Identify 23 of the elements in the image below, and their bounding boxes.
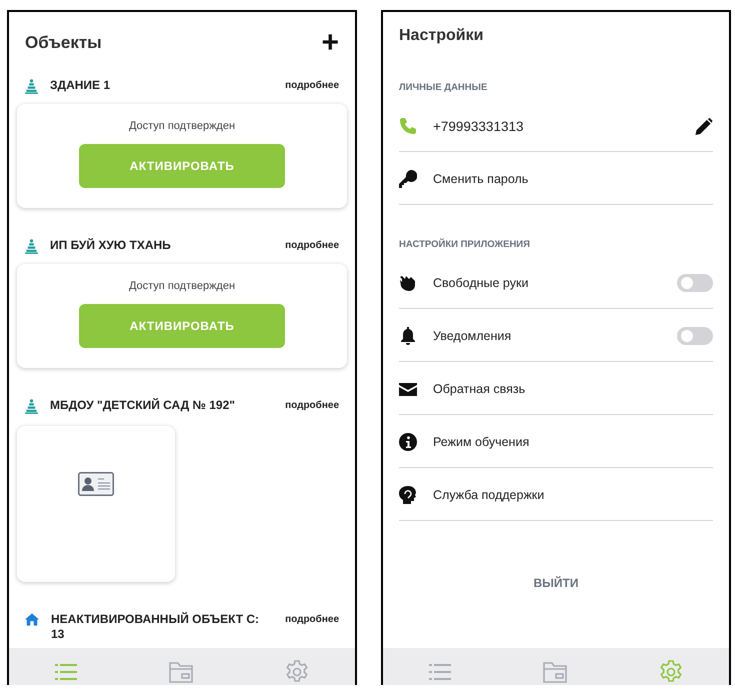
object-name: ИП БУЙ ХУЮ ТХАНЬ	[50, 238, 172, 253]
logout-button[interactable]: ВЫЙТИ	[528, 575, 584, 591]
details-link[interactable]: подробнее	[285, 400, 339, 411]
setting-label: Уведомления	[433, 329, 512, 343]
details-link[interactable]: подробнее	[285, 80, 339, 91]
object-name: НЕАКТИВИРОВАННЫЙ ОБЪЕКТ С: 13	[51, 612, 260, 642]
screen-title: Настройки	[399, 27, 484, 45]
section-heading: ЛИЧНЫЕ ДАННЫЕ	[399, 82, 488, 93]
setting-label[interactable]: Обратная связь	[433, 382, 713, 396]
setting-label[interactable]: +79993331313	[433, 118, 679, 134]
access-status: Доступ подтвержден	[128, 280, 236, 292]
details-link[interactable]: подробнее	[285, 614, 339, 625]
setting-label[interactable]: Служба поддержки	[433, 488, 713, 502]
section-heading: НАСТРОЙКИ ПРИЛОЖЕНИЯ	[399, 239, 531, 250]
screen-title: Объекты	[25, 33, 102, 53]
object-name: МБДОУ "ДЕТСКИЙ САД № 192"	[50, 398, 236, 413]
setting-label[interactable]: Сменить пароль	[433, 172, 713, 186]
object-name: ЗДАНИЕ 1	[50, 78, 112, 93]
setting-label[interactable]: Режим обучения	[433, 435, 713, 449]
setting-label: Свободные руки	[433, 276, 530, 290]
access-status: Доступ подтвержден	[128, 120, 236, 132]
add-button[interactable]: +	[321, 30, 339, 56]
details-link[interactable]: подробнее	[285, 240, 339, 251]
